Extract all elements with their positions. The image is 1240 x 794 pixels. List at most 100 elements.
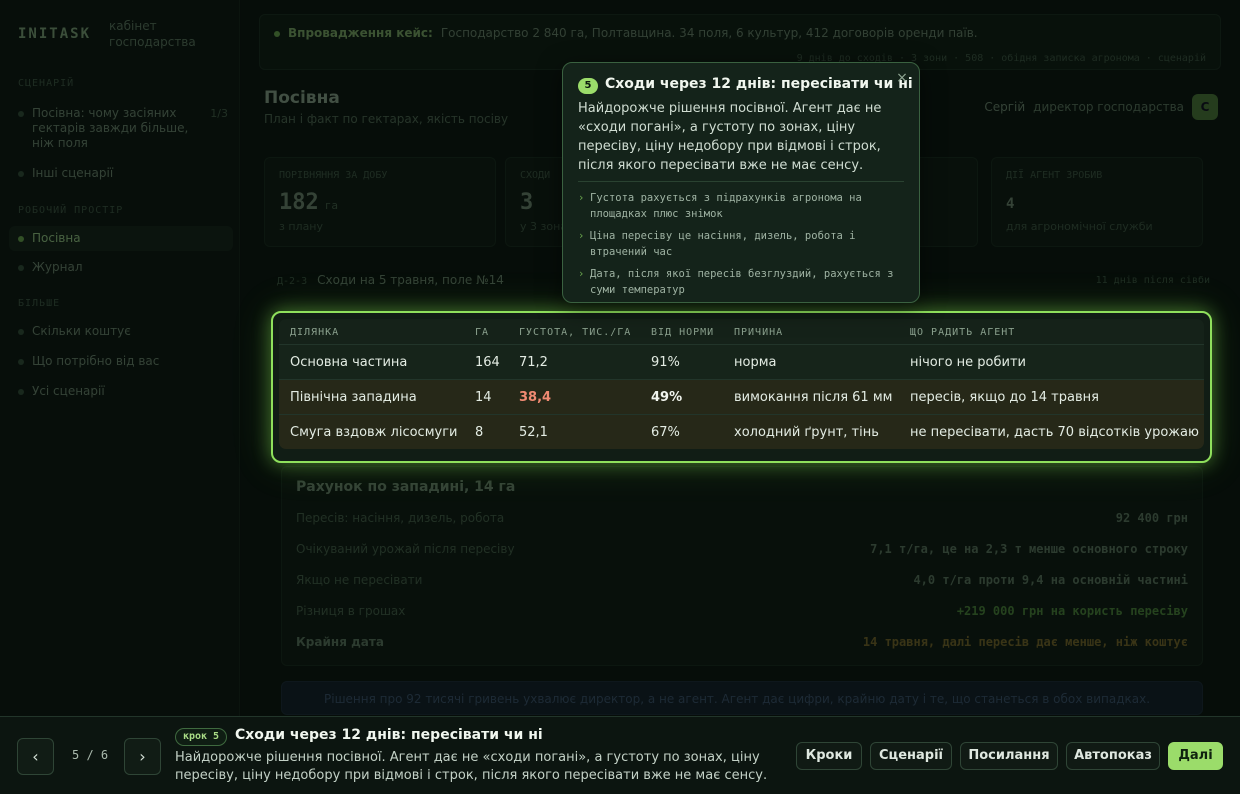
steps-button[interactable]: Кроки: [796, 742, 862, 770]
sidebar-item-all-scenarios[interactable]: Усі сценарії: [18, 384, 228, 399]
cell-reason: вимокання після 61 мм: [734, 390, 893, 405]
breadcrumb-text: Сходи на 5 травня, поле №14: [317, 273, 504, 287]
table-row[interactable]: Північна западина 14 38,4 49% вимокання …: [279, 380, 1204, 415]
popover-body: Найдорожче рішення посівної. Агент дає н…: [578, 101, 882, 173]
tour-bar: ‹ 5 / 6 › крок 5 Сходи через 12 днів: пе…: [0, 716, 1240, 794]
cell-ha: 8: [475, 425, 484, 440]
cell-plot: Основна частина: [290, 355, 408, 370]
autoplay-button[interactable]: Автопоказ: [1066, 742, 1160, 770]
sidebar-item-journal[interactable]: Журнал: [18, 260, 228, 275]
table-row[interactable]: Основна частина 164 71,2 91% норма нічог…: [279, 345, 1204, 380]
bullet-icon: [18, 111, 24, 117]
sidebar-section-workspace: РОБОЧИЙ ПРОСТІР: [18, 205, 124, 216]
sidebar-section-more: БІЛЬШЕ: [18, 298, 61, 309]
calc-row: Якщо не пересівати 4,0 т/га проти 9,4 на …: [296, 573, 1188, 589]
links-button[interactable]: Посилання: [960, 742, 1058, 770]
sidebar-item-label: Скільки коштує: [32, 324, 131, 338]
page-subtitle: План і факт по гектарах, якість посіву: [264, 112, 509, 126]
prev-step-button[interactable]: ‹: [17, 738, 54, 775]
calc-key: Очікуваний урожай після пересіву: [296, 542, 515, 556]
cell-density: 52,1: [519, 425, 548, 440]
divider: [578, 181, 904, 182]
emergence-table: ДІЛЯНКА ГА ГУСТОТА, ТИС./ГА ВІД НОРМИ ПР…: [279, 319, 1204, 449]
user-role: директор господарства: [1033, 100, 1184, 114]
bullet-icon: [18, 329, 24, 335]
tour-step-description: Найдорожче рішення посівної. Агент дає н…: [175, 750, 768, 783]
calc-key: Крайня дата: [296, 635, 384, 649]
page-title: Посівна: [264, 88, 340, 108]
stat-number: 4: [1006, 196, 1015, 212]
sidebar-item-label: Усі сценарії: [32, 384, 105, 398]
sidebar-item-needs[interactable]: Що потрібно від вас: [18, 354, 228, 369]
column-header-plot: ДІЛЯНКА: [290, 327, 340, 338]
cell-reason: норма: [734, 355, 777, 370]
sidebar-item-label: Що потрібно від вас: [32, 354, 160, 368]
bullet-icon: [18, 359, 24, 365]
stat-value: 182 га: [279, 190, 338, 215]
banner-text: Господарство 2 840 га, Полтавщина. 34 по…: [440, 26, 978, 40]
stat-note: з плану: [279, 220, 324, 233]
stat-label: ДІЇ АГЕНТ ЗРОБИВ: [1006, 170, 1103, 181]
bullet-icon: [18, 389, 24, 395]
table-row[interactable]: Смуга вздовж лісосмуги 8 52,1 67% холодн…: [279, 415, 1204, 449]
calc-value: 4,0 т/га проти 9,4 на основній частині: [913, 573, 1188, 587]
bullet-icon: [18, 236, 24, 242]
sidebar: INITASK кабінет господарства СЦЕНАРІЙ По…: [0, 0, 240, 794]
stat-value: 4: [1006, 196, 1014, 212]
user-menu[interactable]: Сергій директор господарства С: [984, 94, 1218, 120]
cell-density: 71,2: [519, 355, 548, 370]
stat-card: ДІЇ АГЕНТ ЗРОБИВ 4 для агрономічної служ…: [991, 157, 1203, 247]
sidebar-item-label: Журнал: [32, 260, 83, 274]
step-number-badge: 5: [578, 78, 598, 94]
user-name: Сергій: [984, 100, 1026, 114]
column-header-reason: ПРИЧИНА: [734, 327, 784, 338]
cell-advice: нічого не робити: [910, 355, 1026, 370]
stat-label: СХОДИ: [520, 170, 551, 181]
calc-card: Рахунок по западині, 14 га Пересів: насі…: [281, 466, 1203, 666]
calc-value: 7,1 т/га, це на 2,3 т менше основного ст…: [870, 542, 1188, 556]
cell-advice: пересів, якщо до 14 травня: [910, 390, 1099, 405]
calc-row: Крайня дата 14 травня, далі пересів дає м…: [296, 635, 1188, 651]
brand-subtitle: кабінет господарства: [109, 19, 196, 49]
info-note-text: Рішення про 92 тисячі гривень ухвалює ди…: [324, 692, 1151, 706]
stat-number: 3: [520, 190, 534, 215]
sidebar-item-label: Інші сценарії: [32, 166, 114, 180]
brand-logo: INITASK: [18, 26, 92, 42]
next-button[interactable]: Далі: [1168, 742, 1223, 770]
stat-number: 182: [279, 190, 319, 215]
calc-row: Пересів: насіння, дизель, робота 92 400 г…: [296, 511, 1188, 527]
calc-row: Очікуваний урожай після пересіву 7,1 т/га…: [296, 542, 1188, 558]
popover-title: Сходи через 12 днів: пересівати чи ні: [605, 76, 913, 92]
sidebar-item-sowing[interactable]: Посівна: [9, 226, 233, 251]
cell-plot: Північна западина: [290, 390, 417, 405]
bullet-icon: [18, 171, 24, 177]
sidebar-item-label: Посівна: чому засіяних гектарів завжди б…: [32, 106, 189, 150]
sidebar-item-cost[interactable]: Скільки коштує: [18, 324, 228, 339]
stat-note: для агрономічної служби: [1006, 220, 1153, 233]
scenario-count: 1/3: [210, 107, 228, 120]
sidebar-section-scenario: СЦЕНАРІЙ: [18, 78, 75, 89]
stat-value: 3: [520, 190, 533, 215]
column-header-norm: ВІД НОРМИ: [651, 327, 715, 338]
cell-advice: не пересівати, дасть 70 відсотків урожаю: [910, 425, 1199, 440]
scenarios-button[interactable]: Сценарії: [870, 742, 952, 770]
list-item: Ціна пересіву це насіння, дизель, робота…: [578, 228, 898, 260]
info-note: Рішення про 92 тисячі гривень ухвалює ди…: [281, 681, 1203, 715]
breadcrumb-prefix: Д-2-3: [277, 276, 308, 287]
calc-row: Різниця в грошах +219 000 грн на користь …: [296, 604, 1188, 620]
close-icon[interactable]: ×: [893, 69, 911, 87]
cell-norm: 91%: [651, 355, 680, 370]
table-header: ДІЛЯНКА ГА ГУСТОТА, ТИС./ГА ВІД НОРМИ ПР…: [279, 319, 1204, 345]
banner-label: Впровадження кейс:: [288, 26, 433, 40]
sidebar-item-other-scenarios[interactable]: Інші сценарії: [18, 166, 228, 181]
step-chip: крок 5: [175, 728, 227, 746]
calc-title: Рахунок по западині, 14 га: [296, 479, 516, 495]
column-header-ha: ГА: [475, 327, 490, 338]
sidebar-item-label: Посівна: [32, 231, 81, 245]
cell-ha: 164: [475, 355, 500, 370]
tour-popover: 5 Сходи через 12 днів: пересівати чи ні …: [562, 62, 920, 303]
column-header-advice: ЩО РАДИТЬ АГЕНТ: [910, 327, 1016, 338]
tour-highlight: ДІЛЯНКА ГА ГУСТОТА, ТИС./ГА ВІД НОРМИ ПР…: [271, 311, 1212, 463]
next-step-arrow-button[interactable]: ›: [124, 738, 161, 775]
sidebar-item-scenario[interactable]: Посівна: чому засіяних гектарів завжди б…: [18, 106, 228, 151]
